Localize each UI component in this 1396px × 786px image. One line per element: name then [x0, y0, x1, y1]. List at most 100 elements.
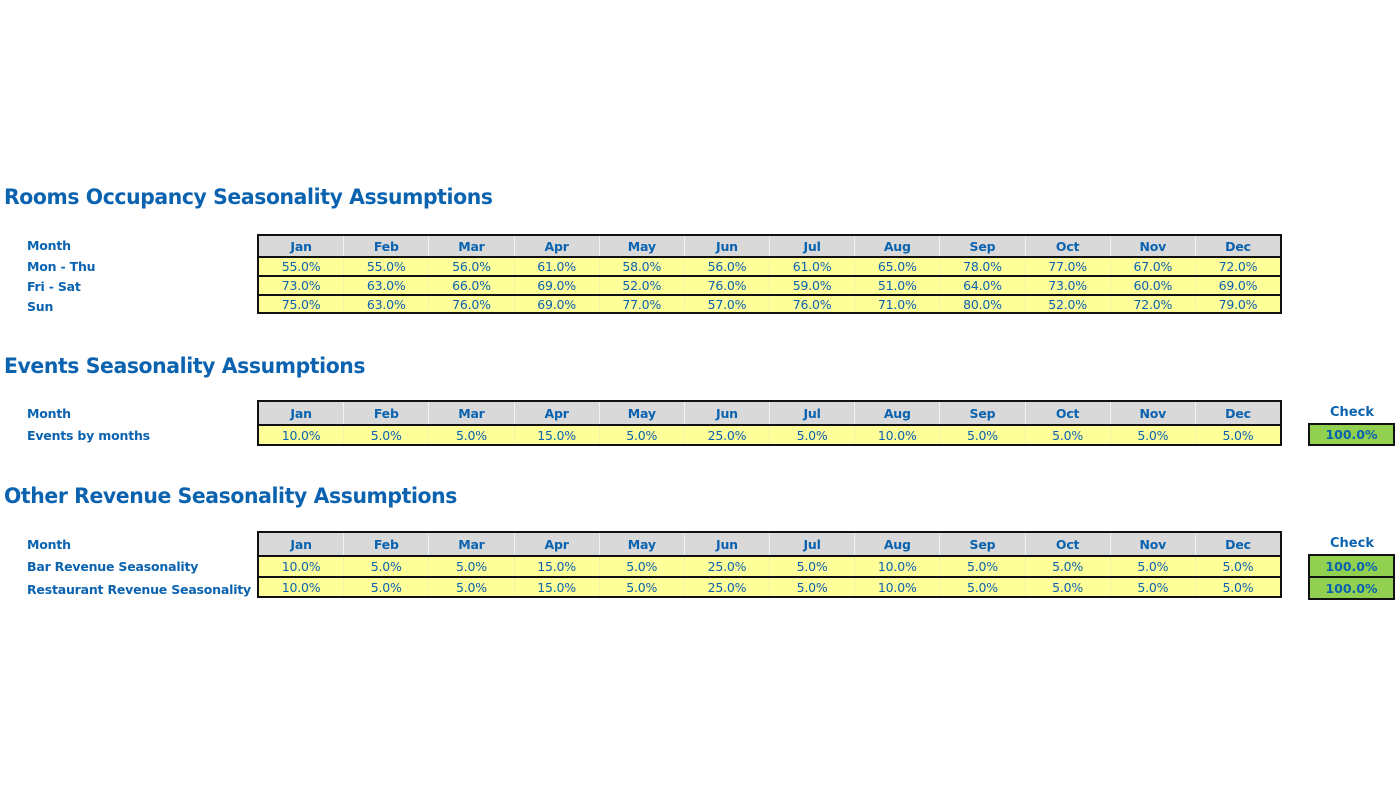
value-cell-apr[interactable]: 15.0% — [513, 426, 599, 444]
month-header-jun: Jun — [683, 402, 770, 424]
value-cell-sep[interactable]: 5.0% — [939, 426, 1025, 444]
value-cell-mar[interactable]: 56.0% — [428, 258, 514, 275]
month-header-jul: Jul — [769, 236, 855, 256]
month-header-dec: Dec — [1194, 402, 1281, 424]
value-cell-jun[interactable]: 25.0% — [683, 578, 770, 596]
check-value[interactable]: 100.0% — [1310, 425, 1393, 444]
value-cell-aug[interactable]: 71.0% — [854, 296, 940, 312]
value-cell-apr[interactable]: 15.0% — [513, 557, 599, 576]
value-cell-sep[interactable]: 64.0% — [939, 277, 1025, 294]
value-cell-apr[interactable]: 61.0% — [513, 258, 599, 275]
value-cell-aug[interactable]: 10.0% — [854, 426, 940, 444]
value-cell-aug[interactable]: 51.0% — [854, 277, 940, 294]
value-cell-feb[interactable]: 5.0% — [343, 578, 429, 596]
value-cell-dec[interactable]: 5.0% — [1194, 578, 1281, 596]
month-header-jun: Jun — [683, 533, 770, 555]
other-row-label: Restaurant Revenue Seasonality — [27, 582, 252, 597]
value-cell-jun[interactable]: 57.0% — [683, 296, 770, 312]
value-cell-mar[interactable]: 5.0% — [428, 426, 514, 444]
events-check-box: 100.0% — [1308, 423, 1395, 446]
value-cell-oct[interactable]: 5.0% — [1024, 557, 1110, 576]
value-cell-oct[interactable]: 77.0% — [1024, 258, 1110, 275]
value-cell-jul[interactable]: 59.0% — [769, 277, 855, 294]
value-cell-dec[interactable]: 69.0% — [1194, 277, 1281, 294]
value-cell-feb[interactable]: 63.0% — [343, 296, 429, 312]
value-cell-mar[interactable]: 66.0% — [428, 277, 514, 294]
value-cell-feb[interactable]: 63.0% — [343, 277, 429, 294]
value-cell-oct[interactable]: 73.0% — [1024, 277, 1110, 294]
month-header-oct: Oct — [1024, 236, 1110, 256]
value-cell-apr[interactable]: 69.0% — [513, 277, 599, 294]
value-cell-feb[interactable]: 5.0% — [343, 557, 429, 576]
value-cell-jul[interactable]: 5.0% — [769, 557, 855, 576]
value-cell-jan[interactable]: 75.0% — [259, 296, 344, 312]
value-cell-jun[interactable]: 25.0% — [683, 426, 770, 444]
value-cell-nov[interactable]: 5.0% — [1109, 578, 1195, 596]
month-header-jan: Jan — [259, 236, 344, 256]
value-cell-sep[interactable]: 80.0% — [939, 296, 1025, 312]
month-header-jan: Jan — [259, 402, 344, 424]
value-cell-jan[interactable]: 73.0% — [259, 277, 344, 294]
value-cell-jul[interactable]: 61.0% — [769, 258, 855, 275]
value-cell-nov[interactable]: 5.0% — [1109, 426, 1195, 444]
value-cell-apr[interactable]: 15.0% — [513, 578, 599, 596]
month-header-nov: Nov — [1109, 402, 1195, 424]
value-cell-jul[interactable]: 5.0% — [769, 578, 855, 596]
value-cell-jan[interactable]: 10.0% — [259, 578, 344, 596]
value-cell-nov[interactable]: 67.0% — [1109, 258, 1195, 275]
value-cell-nov[interactable]: 5.0% — [1109, 557, 1195, 576]
value-cell-jun[interactable]: 76.0% — [683, 277, 770, 294]
month-header-sep: Sep — [939, 533, 1025, 555]
check-value[interactable]: 100.0% — [1310, 556, 1393, 576]
value-cell-jun[interactable]: 56.0% — [683, 258, 770, 275]
value-cell-dec[interactable]: 5.0% — [1194, 426, 1281, 444]
month-header-jan: Jan — [259, 533, 344, 555]
value-cell-mar[interactable]: 76.0% — [428, 296, 514, 312]
month-header-feb: Feb — [343, 402, 429, 424]
value-cell-oct[interactable]: 52.0% — [1024, 296, 1110, 312]
value-cell-jan[interactable]: 55.0% — [259, 258, 344, 275]
value-cell-aug[interactable]: 10.0% — [854, 557, 940, 576]
month-header-sep: Sep — [939, 236, 1025, 256]
value-cell-jun[interactable]: 25.0% — [683, 557, 770, 576]
month-header-nov: Nov — [1109, 533, 1195, 555]
value-cell-may[interactable]: 58.0% — [598, 258, 684, 275]
value-cell-jul[interactable]: 5.0% — [769, 426, 855, 444]
other-revenue-section-title: Other Revenue Seasonality Assumptions — [4, 484, 458, 508]
rooms-row-label: Sun — [27, 299, 54, 314]
month-header-aug: Aug — [854, 236, 940, 256]
value-cell-sep[interactable]: 5.0% — [939, 578, 1025, 596]
rooms-occupancy-table: Jan Feb Mar Apr May Jun Jul Aug Sep Oct Nov Dec 55.… — [257, 234, 1282, 314]
table-row: 10.0% 5.0% 5.0% 15.0% 5.0% 25.0% 5.0% 10.0% 5.0%… — [259, 555, 1281, 576]
value-cell-dec[interactable]: 79.0% — [1194, 296, 1281, 312]
value-cell-may[interactable]: 52.0% — [598, 277, 684, 294]
value-cell-jan[interactable]: 10.0% — [259, 557, 344, 576]
value-cell-oct[interactable]: 5.0% — [1024, 426, 1110, 444]
value-cell-nov[interactable]: 60.0% — [1109, 277, 1195, 294]
check-value[interactable]: 100.0% — [1310, 576, 1393, 598]
value-cell-may[interactable]: 5.0% — [598, 557, 684, 576]
value-cell-feb[interactable]: 55.0% — [343, 258, 429, 275]
value-cell-apr[interactable]: 69.0% — [513, 296, 599, 312]
value-cell-jan[interactable]: 10.0% — [259, 426, 344, 444]
value-cell-mar[interactable]: 5.0% — [428, 557, 514, 576]
value-cell-dec[interactable]: 5.0% — [1194, 557, 1281, 576]
events-row-label: Events by months — [27, 428, 150, 443]
value-cell-sep[interactable]: 78.0% — [939, 258, 1025, 275]
value-cell-jul[interactable]: 76.0% — [769, 296, 855, 312]
value-cell-aug[interactable]: 65.0% — [854, 258, 940, 275]
month-header-row: Jan Feb Mar Apr May Jun Jul Aug Sep Oct Nov Dec — [259, 236, 1281, 256]
value-cell-aug[interactable]: 10.0% — [854, 578, 940, 596]
value-cell-dec[interactable]: 72.0% — [1194, 258, 1281, 275]
value-cell-may[interactable]: 5.0% — [598, 578, 684, 596]
other-revenue-table: Jan Feb Mar Apr May Jun Jul Aug Sep Oct Nov Dec 10.… — [257, 531, 1282, 598]
rooms-row-label: Fri - Sat — [27, 279, 81, 294]
value-cell-may[interactable]: 77.0% — [598, 296, 684, 312]
events-check-label: Check — [1330, 405, 1374, 420]
value-cell-may[interactable]: 5.0% — [598, 426, 684, 444]
value-cell-feb[interactable]: 5.0% — [343, 426, 429, 444]
value-cell-nov[interactable]: 72.0% — [1109, 296, 1195, 312]
value-cell-sep[interactable]: 5.0% — [939, 557, 1025, 576]
value-cell-oct[interactable]: 5.0% — [1024, 578, 1110, 596]
value-cell-mar[interactable]: 5.0% — [428, 578, 514, 596]
